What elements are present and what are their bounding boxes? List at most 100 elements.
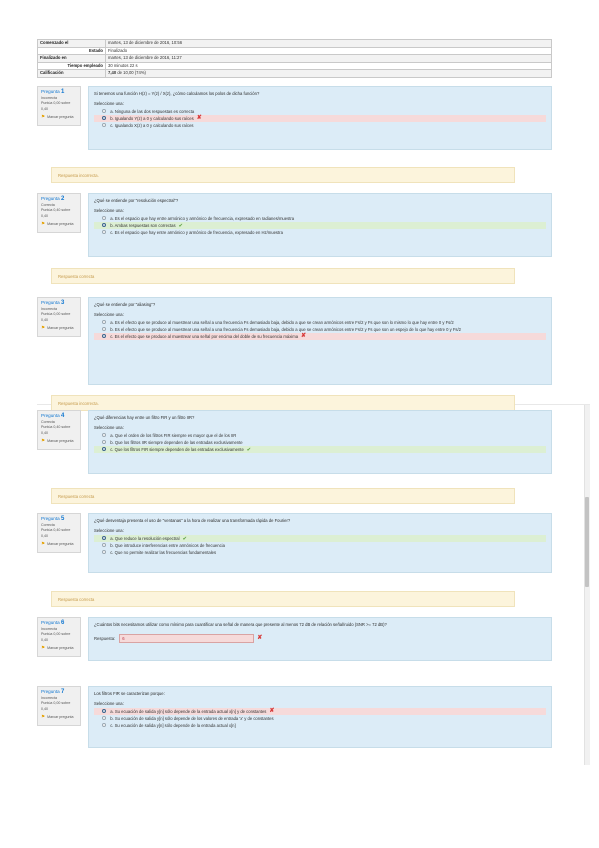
flag-question-link[interactable]: ⚑ Marcar pregunta: [41, 114, 77, 121]
summary-value: martes, 13 de diciembre de 2016, 11:27: [105, 54, 552, 63]
answer-option-label[interactable]: c. Es el espacio que hay entre armónico …: [110, 230, 283, 236]
summary-key: Calificación: [37, 69, 106, 78]
answer-option[interactable]: a. Su ecuación de salida y[n] sólo depen…: [94, 708, 546, 715]
radio-button[interactable]: [102, 216, 107, 221]
question-content: ¿Qué diferencias hay entre un filtro FIR…: [88, 410, 552, 474]
question-number-value: 6: [60, 620, 65, 626]
answer-option[interactable]: c. Que los filtros FIR siempre dependen …: [94, 446, 546, 453]
question-content: Los filtros FIR se caracterizan porque: S…: [88, 686, 552, 748]
question-number: Pregunta 2: [41, 196, 77, 203]
cross-icon: ✘: [257, 635, 263, 641]
answer-option-label[interactable]: b. Es el efecto que se produce al muestr…: [110, 327, 461, 333]
radio-button[interactable]: [102, 116, 107, 121]
answer-feedback: Respuesta correcta: [51, 268, 515, 284]
radio-button[interactable]: [102, 440, 107, 445]
radio-button[interactable]: [102, 447, 107, 452]
answer-option[interactable]: c. Es el efecto que se produce al muestr…: [94, 333, 546, 340]
radio-button[interactable]: [102, 709, 107, 714]
answer-option[interactable]: a. Es el efecto que se produce al muestr…: [94, 319, 546, 326]
flag-question-label[interactable]: Marcar pregunta: [47, 542, 73, 546]
answer-option[interactable]: b. Que los filtros IIR siempre dependen …: [94, 439, 546, 446]
radio-button[interactable]: [102, 543, 107, 548]
flag-question-label[interactable]: Marcar pregunta: [47, 222, 73, 226]
answer-option-label[interactable]: a. Que el orden de los filtros FIR siemp…: [110, 433, 236, 439]
answer-option-label[interactable]: c. Igualando X(z) a 0 y calculando sus r…: [110, 123, 193, 129]
question-info: Pregunta 2 Correcta Puntúa 0,40 sobre 0,40…: [37, 193, 81, 233]
radio-button[interactable]: [102, 123, 107, 128]
summary-row-grade: Calificación 7,40 de 10,00 (74%): [37, 69, 552, 78]
answer-option[interactable]: a. Que el orden de los filtros FIR siemp…: [94, 432, 546, 439]
answer-option-label[interactable]: a. Es el espacio que hay entre armónico …: [110, 216, 294, 222]
answer-option-label[interactable]: a. Que reduce la resolución espectral: [110, 536, 179, 542]
flag-icon[interactable]: ⚑: [41, 221, 45, 226]
answer-option-label[interactable]: a. Ninguna de las dos respuestas es corr…: [110, 109, 194, 115]
radio-button[interactable]: [102, 723, 107, 728]
answer-option[interactable]: c. Es el espacio que hay entre armónico …: [94, 229, 546, 236]
answer-option[interactable]: c. Igualando X(z) a 0 y calculando sus r…: [94, 122, 546, 129]
answer-option-label[interactable]: c. Es el efecto que se produce al muestr…: [110, 334, 298, 340]
answer-option[interactable]: a. Ninguna de las dos respuestas es corr…: [94, 108, 546, 115]
flag-question-label[interactable]: Marcar pregunta: [47, 715, 73, 719]
answer-option[interactable]: b. Ambas respuestas son correctas ✔: [94, 222, 546, 229]
flag-question-link[interactable]: ⚑ Marcar pregunta: [41, 714, 77, 721]
flag-icon[interactable]: ⚑: [41, 438, 45, 443]
question-text: Si tenemos una función H(z) = Y(z) / X(z…: [94, 91, 260, 96]
answer-option[interactable]: b. Igualando Y(z) a 0 y calculando sus r…: [94, 115, 546, 122]
question-number-value: 5: [60, 516, 65, 522]
answer-option-label[interactable]: b. Que los filtros IIR siempre dependen …: [110, 440, 242, 446]
question-content: ¿Qué se entiende por "aliasing"? Seleccio…: [88, 297, 552, 385]
answer-option-label[interactable]: b. Su ecuación de salida y[n] sólo depen…: [110, 716, 273, 722]
answer-label: Respuesta:: [94, 635, 116, 641]
question-number-value: 4: [60, 413, 65, 419]
answer-input[interactable]: 6: [119, 634, 255, 643]
flag-question-link[interactable]: ⚑ Marcar pregunta: [41, 221, 77, 228]
answer-option[interactable]: c. Su ecuación de salida y[n] sólo depen…: [94, 722, 546, 729]
flag-question-link[interactable]: ⚑ Marcar pregunta: [41, 438, 77, 445]
radio-button[interactable]: [102, 320, 107, 325]
question-text: ¿Qué diferencias hay entre un filtro FIR…: [94, 415, 195, 420]
flag-question-label[interactable]: Marcar pregunta: [47, 115, 73, 119]
question-grade: Puntúa 0,40 sobre 0,40: [41, 208, 71, 218]
radio-button[interactable]: [102, 327, 107, 332]
select-one-prompt: Seleccione una:: [94, 701, 124, 706]
answer-option-label[interactable]: b. Que introduce interferencias entre ar…: [110, 543, 225, 549]
question-content: ¿Qué desventaja presenta el uso de "vent…: [88, 513, 552, 573]
answer-option[interactable]: b. Que introduce interferencias entre ar…: [94, 542, 546, 549]
flag-icon[interactable]: ⚑: [41, 541, 45, 546]
question-number: Pregunta 1: [41, 89, 77, 96]
answer-option-label[interactable]: c. Que los filtros FIR siempre dependen …: [110, 447, 244, 453]
answer-option-label[interactable]: a. Es el efecto que se produce al muestr…: [110, 320, 454, 326]
question-label: Pregunta: [41, 196, 60, 201]
question-grade: Puntúa 0,00 sobre 0,40: [41, 101, 71, 111]
flag-icon[interactable]: ⚑: [41, 714, 45, 719]
radio-button[interactable]: [102, 550, 107, 555]
answer-option-label[interactable]: c. Que no permite realizar las frecuenci…: [110, 550, 216, 556]
radio-button[interactable]: [102, 230, 107, 235]
radio-button[interactable]: [102, 109, 107, 114]
radio-button[interactable]: [102, 716, 107, 721]
answer-option-label[interactable]: b. Igualando Y(z) a 0 y calculando sus r…: [110, 116, 194, 122]
scrollbar-thumb[interactable]: [585, 497, 589, 587]
answer-option[interactable]: b. Es el efecto que se produce al muestr…: [94, 326, 546, 333]
question-label: Pregunta: [41, 516, 60, 521]
flag-icon[interactable]: ⚑: [41, 114, 45, 119]
flag-question-link[interactable]: ⚑ Marcar pregunta: [41, 645, 77, 652]
radio-button[interactable]: [102, 223, 107, 228]
radio-button[interactable]: [102, 536, 107, 541]
flag-question-label[interactable]: Marcar pregunta: [47, 646, 73, 650]
answer-option-label[interactable]: b. Ambas respuestas son correctas: [110, 223, 175, 229]
answer-option[interactable]: c. Que no permite realizar las frecuenci…: [94, 549, 546, 556]
flag-question-link[interactable]: ⚑ Marcar pregunta: [41, 541, 77, 548]
flag-question-link[interactable]: ⚑ Marcar pregunta: [41, 325, 77, 332]
radio-button[interactable]: [102, 334, 107, 339]
flag-question-label[interactable]: Marcar pregunta: [47, 326, 73, 330]
flag-icon[interactable]: ⚑: [41, 325, 45, 330]
answer-option[interactable]: a. Que reduce la resolución espectral ✔: [94, 535, 546, 542]
answer-option-label[interactable]: c. Su ecuación de salida y[n] sólo depen…: [110, 723, 235, 729]
answer-option[interactable]: b. Su ecuación de salida y[n] sólo depen…: [94, 715, 546, 722]
flag-icon[interactable]: ⚑: [41, 645, 45, 650]
answer-option[interactable]: a. Es el espacio que hay entre armónico …: [94, 215, 546, 222]
answer-option-label[interactable]: a. Su ecuación de salida y[n] sólo depen…: [110, 709, 266, 715]
flag-question-label[interactable]: Marcar pregunta: [47, 439, 73, 443]
radio-button[interactable]: [102, 433, 107, 438]
